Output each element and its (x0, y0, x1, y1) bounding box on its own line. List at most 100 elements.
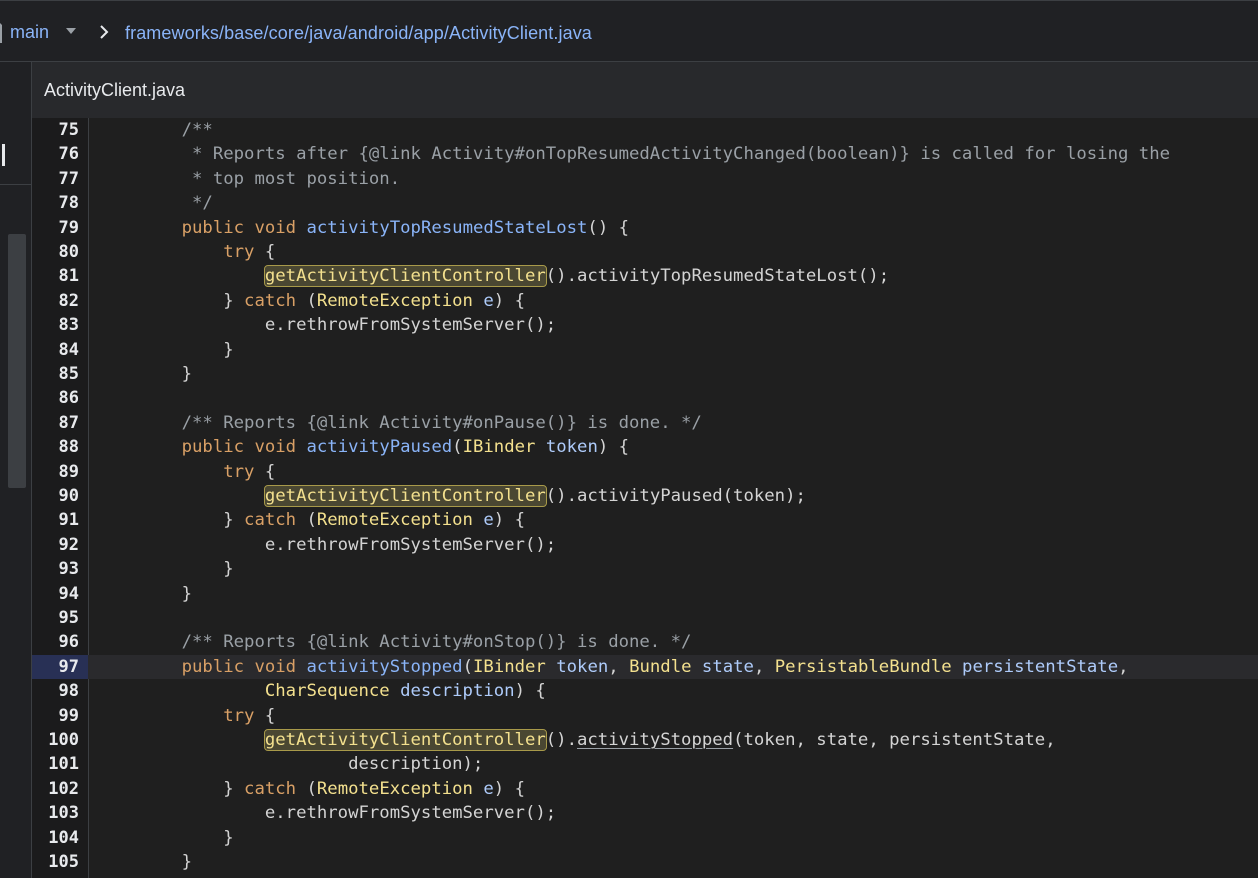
line-code: getActivityClientController().activityTo… (263, 265, 890, 288)
code-line[interactable]: 83 e.rethrowFromSystemServer(); (32, 313, 1258, 337)
line-code: } (140, 827, 234, 848)
line-code: /** Reports {@link Activity#onPause()} i… (140, 412, 702, 433)
line-number[interactable]: 82 (32, 289, 79, 313)
line-code: * top most position. (140, 168, 401, 189)
code-line[interactable]: 78 */ (32, 191, 1258, 215)
line-number[interactable]: 96 (32, 630, 79, 654)
rail-scrollbar[interactable] (8, 234, 26, 488)
code-line[interactable]: 99 try { (32, 704, 1258, 728)
line-code: public void activityTopResumedStateLost(… (181, 217, 630, 238)
code-line[interactable]: 100 getActivityClientController().activi… (32, 728, 1258, 752)
code-line[interactable]: 94 } (32, 582, 1258, 606)
code-line[interactable]: 103 e.rethrowFromSystemServer(); (32, 801, 1258, 825)
line-number[interactable]: 98 (32, 679, 79, 703)
line-code: try { (223, 461, 276, 482)
code-line[interactable]: 105 } (32, 850, 1258, 874)
line-code: } (140, 364, 193, 384)
top-bar: main frameworks/base/core/java/android/a… (0, 0, 1258, 62)
line-code: } catch (RemoteException e) { (140, 290, 525, 311)
line-number[interactable]: 93 (32, 557, 79, 581)
code-line[interactable]: 81 getActivityClientController().activit… (32, 264, 1258, 288)
line-number[interactable]: 99 (32, 704, 79, 728)
code-line[interactable]: 84 } (32, 338, 1258, 362)
line-number[interactable]: 91 (32, 508, 79, 532)
line-code: try { (223, 705, 276, 726)
code-line[interactable]: 101 description); (32, 752, 1258, 776)
line-code: } catch (RemoteException e) { (140, 510, 525, 531)
line-code: e.rethrowFromSystemServer(); (140, 315, 557, 336)
code-line[interactable]: 92 e.rethrowFromSystemServer(); (32, 533, 1258, 557)
line-code: getActivityClientController().activitySt… (263, 729, 1056, 751)
line-number[interactable]: 94 (32, 582, 79, 606)
branch-selector[interactable]: main (10, 22, 49, 43)
code-line[interactable]: 76 * Reports after {@link Activity#onTop… (32, 142, 1258, 166)
line-number[interactable]: 104 (32, 826, 79, 850)
line-number[interactable]: 86 (32, 386, 79, 410)
code-line[interactable]: 89 try { (32, 460, 1258, 484)
code-line[interactable]: 87 /** Reports {@link Activity#onPause()… (32, 411, 1258, 435)
line-number[interactable]: 88 (32, 435, 79, 459)
code-line[interactable]: 80 try { (32, 240, 1258, 264)
breadcrumb-path[interactable]: frameworks/base/core/java/android/app/Ac… (125, 23, 592, 44)
panel-toggle-icon[interactable] (2, 144, 5, 166)
line-code: public void activityStopped(IBinder toke… (181, 656, 1129, 677)
line-number[interactable]: 77 (32, 167, 79, 191)
code-line[interactable]: 85 } (32, 362, 1258, 386)
code-line[interactable]: 98 CharSequence description) { (32, 679, 1258, 703)
chevron-down-icon[interactable] (66, 28, 76, 34)
code-line[interactable]: 93 } (32, 557, 1258, 581)
code-line[interactable]: 86 (32, 386, 1258, 410)
code-editor[interactable]: 75 /** 76 * Reports after {@link Activity… (32, 118, 1258, 878)
line-code: /** (140, 120, 213, 140)
line-code: /** Reports {@link Activity#onStop()} is… (140, 632, 692, 653)
code-line[interactable]: 96 /** Reports {@link Activity#onStop()}… (32, 630, 1258, 654)
tab-activityclient[interactable]: ActivityClient.java (44, 80, 185, 101)
line-number[interactable]: 95 (32, 606, 79, 630)
line-number[interactable]: 87 (32, 411, 79, 435)
line-code: CharSequence description) { (264, 681, 546, 702)
line-number[interactable]: 92 (32, 533, 79, 557)
line-number[interactable]: 97 (32, 655, 79, 679)
line-number[interactable]: 76 (32, 142, 79, 166)
code-line[interactable]: 95 (32, 606, 1258, 630)
code-line[interactable]: 97 public void activityStopped(IBinder t… (32, 654, 1258, 680)
line-number[interactable]: 105 (32, 850, 79, 874)
left-rail (0, 62, 32, 878)
rail-divider (0, 184, 31, 185)
line-number[interactable]: 83 (32, 313, 79, 337)
code-line[interactable]: 77 * top most position. (32, 167, 1258, 191)
line-code: e.rethrowFromSystemServer(); (140, 803, 557, 824)
code-line[interactable]: 75 /** (32, 118, 1258, 142)
line-number[interactable]: 103 (32, 801, 79, 825)
line-number[interactable]: 75 (32, 118, 79, 142)
code-line[interactable]: 88 public void activityPaused(IBinder to… (32, 435, 1258, 459)
line-code: e.rethrowFromSystemServer(); (140, 534, 557, 555)
line-number[interactable]: 90 (32, 484, 79, 508)
line-number[interactable]: 79 (32, 216, 79, 240)
code-line[interactable]: 104 } (32, 826, 1258, 850)
line-code: try { (223, 242, 276, 262)
line-number[interactable]: 101 (32, 752, 79, 776)
line-code: getActivityClientController().activityPa… (263, 485, 806, 507)
line-code: * Reports after {@link Activity#onTopRes… (140, 144, 1171, 165)
line-number[interactable]: 80 (32, 240, 79, 264)
code-line[interactable]: 90 getActivityClientController().activit… (32, 484, 1258, 508)
branch-icon (0, 23, 4, 43)
line-code: */ (140, 193, 213, 214)
line-number[interactable]: 102 (32, 777, 79, 801)
code-line[interactable]: 79 public void activityTopResumedStateLo… (32, 216, 1258, 240)
line-number[interactable]: 84 (32, 338, 79, 362)
line-number[interactable]: 89 (32, 460, 79, 484)
line-number[interactable]: 100 (32, 728, 79, 752)
line-code: } (140, 559, 234, 580)
line-number[interactable]: 78 (32, 191, 79, 215)
line-number[interactable]: 81 (32, 264, 79, 288)
code-line[interactable]: 102 } catch (RemoteException e) { (32, 777, 1258, 801)
code-line[interactable]: 82 } catch (RemoteException e) { (32, 289, 1258, 313)
line-code: public void activityPaused(IBinder token… (181, 437, 630, 458)
chevron-right-icon (100, 25, 109, 39)
file-tab-bar: ActivityClient.java (32, 62, 1258, 119)
line-number[interactable]: 85 (32, 362, 79, 386)
code-line[interactable]: 91 } catch (RemoteException e) { (32, 508, 1258, 532)
line-code: description); (140, 754, 484, 775)
